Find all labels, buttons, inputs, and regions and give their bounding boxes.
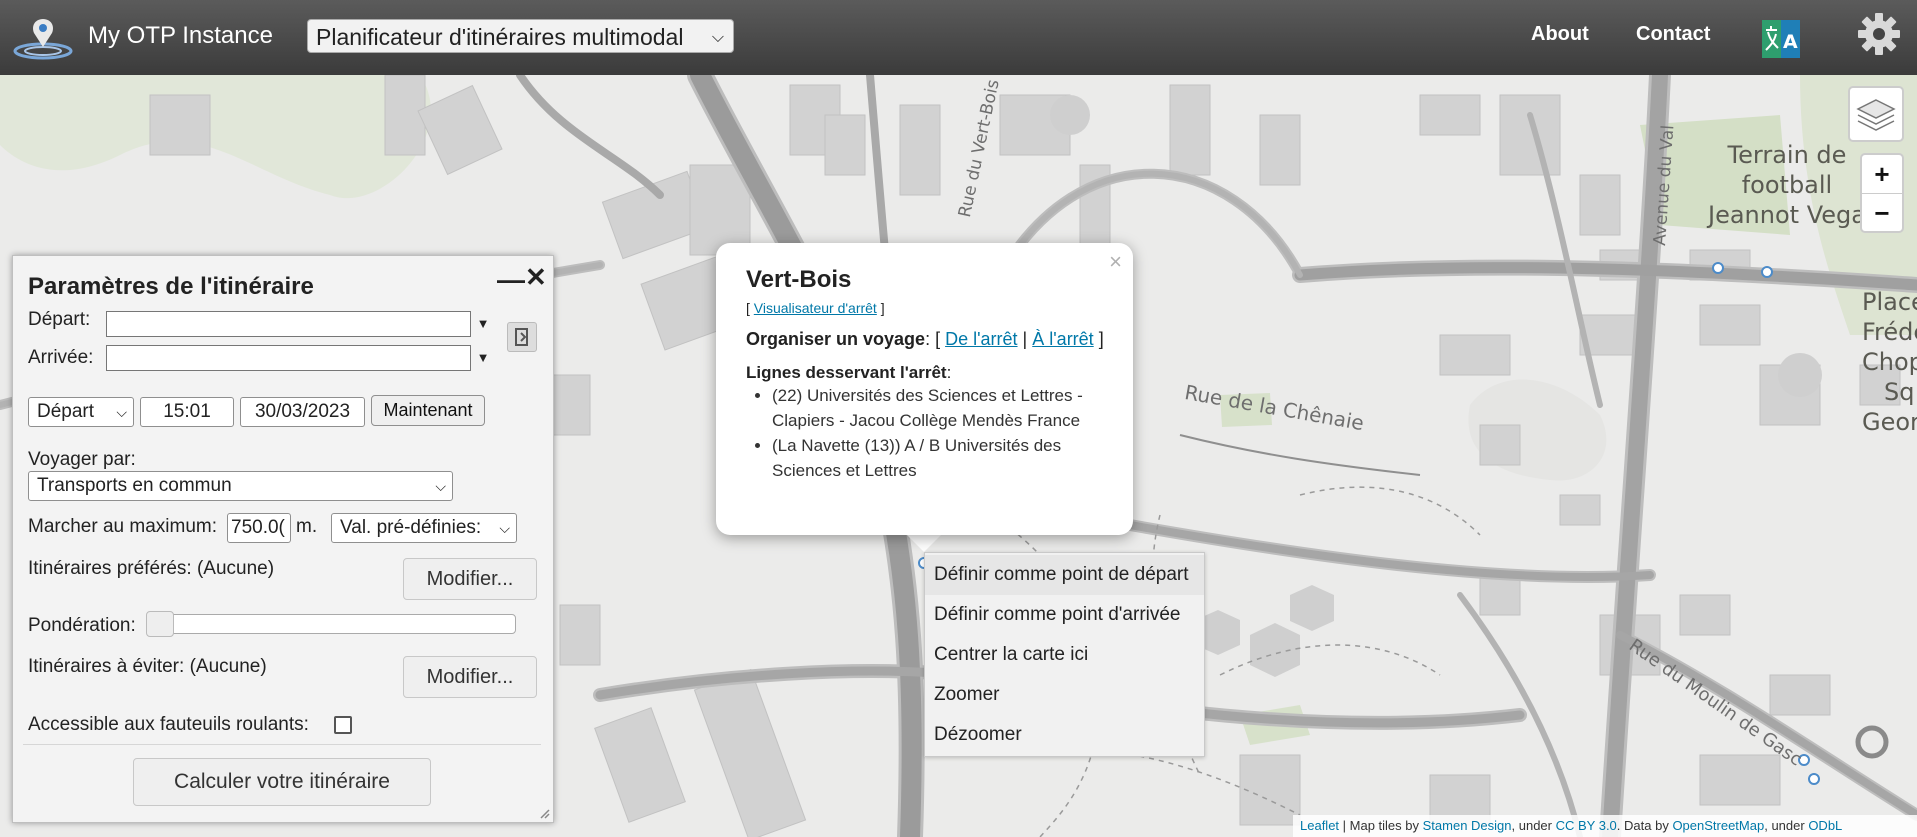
to-input[interactable] bbox=[106, 345, 471, 371]
weighting-slider-handle[interactable] bbox=[146, 611, 174, 637]
zoom-control: + − bbox=[1860, 153, 1904, 233]
lines-serving-stop-heading: Lignes desservant l'arrêt: bbox=[746, 363, 952, 382]
zoom-in-button[interactable]: + bbox=[1862, 155, 1902, 193]
walk-presets-select[interactable]: Val. pré-définies: ⌵ bbox=[331, 513, 517, 543]
max-walk-input[interactable]: 750.0( bbox=[227, 513, 291, 543]
stop-viewer-link[interactable]: Visualisateur d'arrêt bbox=[754, 300, 877, 316]
to-dropdown-arrow-icon[interactable]: ▼ bbox=[473, 344, 493, 372]
itinerary-parameters-panel: Paramètres de l'itinéraire — ✕ Départ: ▼… bbox=[12, 255, 554, 823]
osm-link[interactable]: OpenStreetMap bbox=[1672, 818, 1764, 833]
language-icon[interactable]: A bbox=[1762, 18, 1800, 60]
serving-line-item: (La Navette (13)) A / B Universités des … bbox=[772, 433, 1124, 483]
modify-avoid-routes-button[interactable]: Modifier... bbox=[403, 656, 537, 698]
max-walk-unit: m. bbox=[296, 516, 318, 537]
weighting-slider[interactable] bbox=[146, 611, 516, 637]
nav-contact-link[interactable]: Contact bbox=[1636, 23, 1710, 46]
logo-icon[interactable] bbox=[12, 13, 74, 61]
to-stop-link[interactable]: À l'arrêt bbox=[1032, 329, 1093, 349]
context-set-end[interactable]: Définir comme point d'arrivée bbox=[925, 595, 1204, 635]
stop-viewer-line: [ Visualisateur d'arrêt ] bbox=[746, 300, 885, 316]
map-attribution: Leaflet | Map tiles by Stamen Design, un… bbox=[1293, 815, 1917, 837]
layers-icon bbox=[1856, 99, 1896, 131]
app-title[interactable]: My OTP Instance bbox=[88, 22, 273, 50]
now-button[interactable]: Maintenant bbox=[371, 395, 485, 426]
weighting-label: Pondération: bbox=[28, 615, 136, 636]
layers-control-button[interactable] bbox=[1848, 86, 1904, 142]
chevron-down-icon: ⌵ bbox=[711, 29, 724, 46]
chevron-down-icon: ⌵ bbox=[116, 404, 127, 420]
wheelchair-label: Accessible aux fauteuils roulants: bbox=[28, 714, 309, 735]
from-stop-link[interactable]: De l'arrêt bbox=[945, 329, 1017, 349]
max-walk-label: Marcher au maximum: bbox=[28, 516, 217, 537]
context-zoom-out[interactable]: Dézoomer bbox=[925, 715, 1204, 755]
preferred-routes-label: Itinéraires préférés: (Aucune) bbox=[28, 558, 275, 579]
chevron-down-icon: ⌵ bbox=[499, 520, 510, 536]
walk-presets-value: Val. pré-définies: bbox=[340, 517, 482, 538]
to-label: Arrivée: bbox=[28, 347, 94, 368]
gear-icon[interactable] bbox=[1858, 13, 1900, 55]
nav-about-link[interactable]: About bbox=[1531, 23, 1589, 46]
serving-line-item: (22) Universités des Sciences et Lettres… bbox=[772, 383, 1124, 433]
from-input[interactable] bbox=[106, 311, 471, 337]
avoid-routes-label: Itinéraires à éviter: (Aucune) bbox=[28, 656, 267, 677]
cc-by-link[interactable]: CC BY 3.0 bbox=[1556, 818, 1617, 833]
from-dropdown-arrow-icon[interactable]: ▼ bbox=[473, 310, 493, 338]
planner-mode-value: Planificateur d'itinéraires multimodal bbox=[316, 24, 684, 50]
context-center-map[interactable]: Centrer la carte ici bbox=[925, 635, 1204, 675]
stop-name: Vert-Bois bbox=[746, 266, 852, 293]
odbl-link[interactable]: ODbL bbox=[1808, 818, 1842, 833]
context-set-start[interactable]: Définir comme point de départ bbox=[925, 555, 1204, 595]
planner-mode-select[interactable]: Planificateur d'itinéraires multimodal ⌵ bbox=[307, 19, 734, 53]
minimize-button[interactable]: — bbox=[497, 264, 525, 296]
reverse-icon bbox=[515, 328, 528, 346]
stamen-link[interactable]: Stamen Design bbox=[1423, 818, 1512, 833]
panel-divider bbox=[23, 744, 541, 745]
travel-mode-select[interactable]: Transports en commun ⌵ bbox=[28, 471, 453, 501]
depart-arrive-value: Départ bbox=[37, 401, 95, 422]
from-label: Départ: bbox=[28, 309, 91, 330]
plan-trip-button[interactable]: Calculer votre itinéraire bbox=[133, 758, 431, 806]
resize-grip-icon[interactable] bbox=[538, 807, 550, 819]
map-context-menu: Définir comme point de départ Définir co… bbox=[924, 552, 1205, 757]
context-zoom-in[interactable]: Zoomer bbox=[925, 675, 1204, 715]
popup-close-button[interactable]: × bbox=[1109, 249, 1122, 275]
modify-preferred-routes-button[interactable]: Modifier... bbox=[403, 558, 537, 600]
place-label: Place Frédé Chopi Sq Georg bbox=[1862, 288, 1917, 436]
stop-popup: × Vert-Bois [ Visualisateur d'arrêt ] Or… bbox=[716, 243, 1133, 535]
close-icon[interactable]: ✕ bbox=[525, 262, 547, 293]
panel-title: Paramètres de l'itinéraire bbox=[28, 273, 314, 300]
zoom-out-button[interactable]: − bbox=[1862, 193, 1902, 232]
svg-text:A: A bbox=[1783, 31, 1798, 53]
leaflet-link[interactable]: Leaflet bbox=[1300, 818, 1339, 833]
wheelchair-checkbox[interactable] bbox=[334, 716, 352, 734]
travel-mode-value: Transports en commun bbox=[37, 475, 232, 496]
swap-locations-icon[interactable] bbox=[507, 322, 537, 352]
date-input[interactable]: 30/03/2023 bbox=[240, 397, 365, 427]
popup-tip bbox=[904, 532, 944, 552]
chevron-down-icon: ⌵ bbox=[435, 478, 446, 494]
travel-by-label: Voyager par: bbox=[28, 449, 136, 470]
top-navigation-bar: My OTP Instance Planificateur d'itinérai… bbox=[0, 0, 1917, 75]
depart-arrive-select[interactable]: Départ ⌵ bbox=[28, 397, 134, 427]
football-field-label: Terrain de football Jeannot Vega bbox=[1708, 141, 1866, 229]
time-input[interactable]: 15:01 bbox=[140, 397, 234, 427]
serving-lines-list: (22) Universités des Sciences et Lettres… bbox=[746, 383, 1124, 483]
plan-trip-line: Organiser un voyage: [ De l'arrêt | À l'… bbox=[746, 329, 1104, 349]
